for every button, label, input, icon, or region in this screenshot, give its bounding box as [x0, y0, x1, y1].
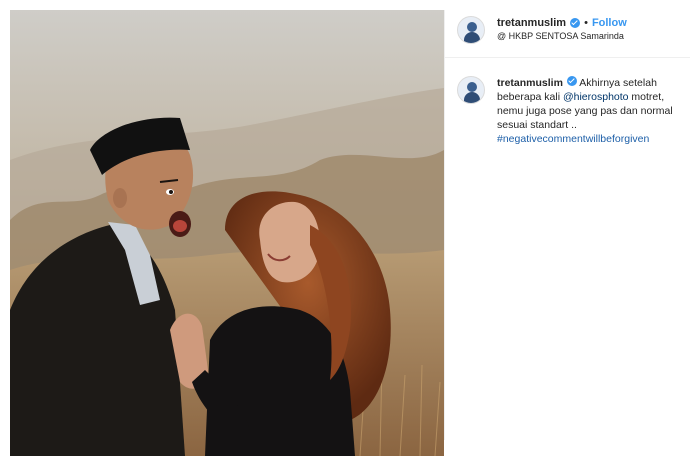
- horizontal-divider: [445, 57, 690, 58]
- header-separator: •: [584, 17, 588, 29]
- caption-text: tretanmuslim Akhirnya setelah beberapa k…: [497, 76, 687, 146]
- header-name-line: tretanmuslim • Follow: [497, 17, 627, 29]
- post-side-panel: tretanmuslim • Follow @ HKBP SENTOSA Sam…: [445, 10, 690, 456]
- avatar-head-shape: [467, 22, 477, 32]
- verified-badge-icon: [566, 76, 577, 86]
- caption-hashtag-link[interactable]: #negativecommentwillbeforgiven: [497, 133, 649, 145]
- header-username[interactable]: tretanmuslim: [497, 17, 566, 29]
- verified-badge-icon: [570, 18, 581, 28]
- avatar-body-shape: [464, 32, 480, 43]
- caption-username[interactable]: tretanmuslim: [497, 77, 563, 89]
- post-header: tretanmuslim • Follow @ HKBP SENTOSA Sam…: [445, 10, 690, 54]
- instagram-post-embed: tretanmuslim • Follow @ HKBP SENTOSA Sam…: [0, 0, 700, 465]
- post-photo[interactable]: [10, 10, 444, 456]
- profile-avatar-icon[interactable]: [457, 16, 485, 44]
- post-location[interactable]: @ HKBP SENTOSA Samarinda: [497, 31, 624, 41]
- avatar-head-shape: [467, 82, 477, 92]
- follow-button[interactable]: Follow: [592, 17, 627, 29]
- avatar-body-shape: [464, 92, 480, 103]
- caption-mention-link[interactable]: @hierosphoto: [563, 91, 629, 103]
- couple-photo-illustration: [10, 10, 444, 456]
- profile-avatar-icon[interactable]: [457, 76, 485, 104]
